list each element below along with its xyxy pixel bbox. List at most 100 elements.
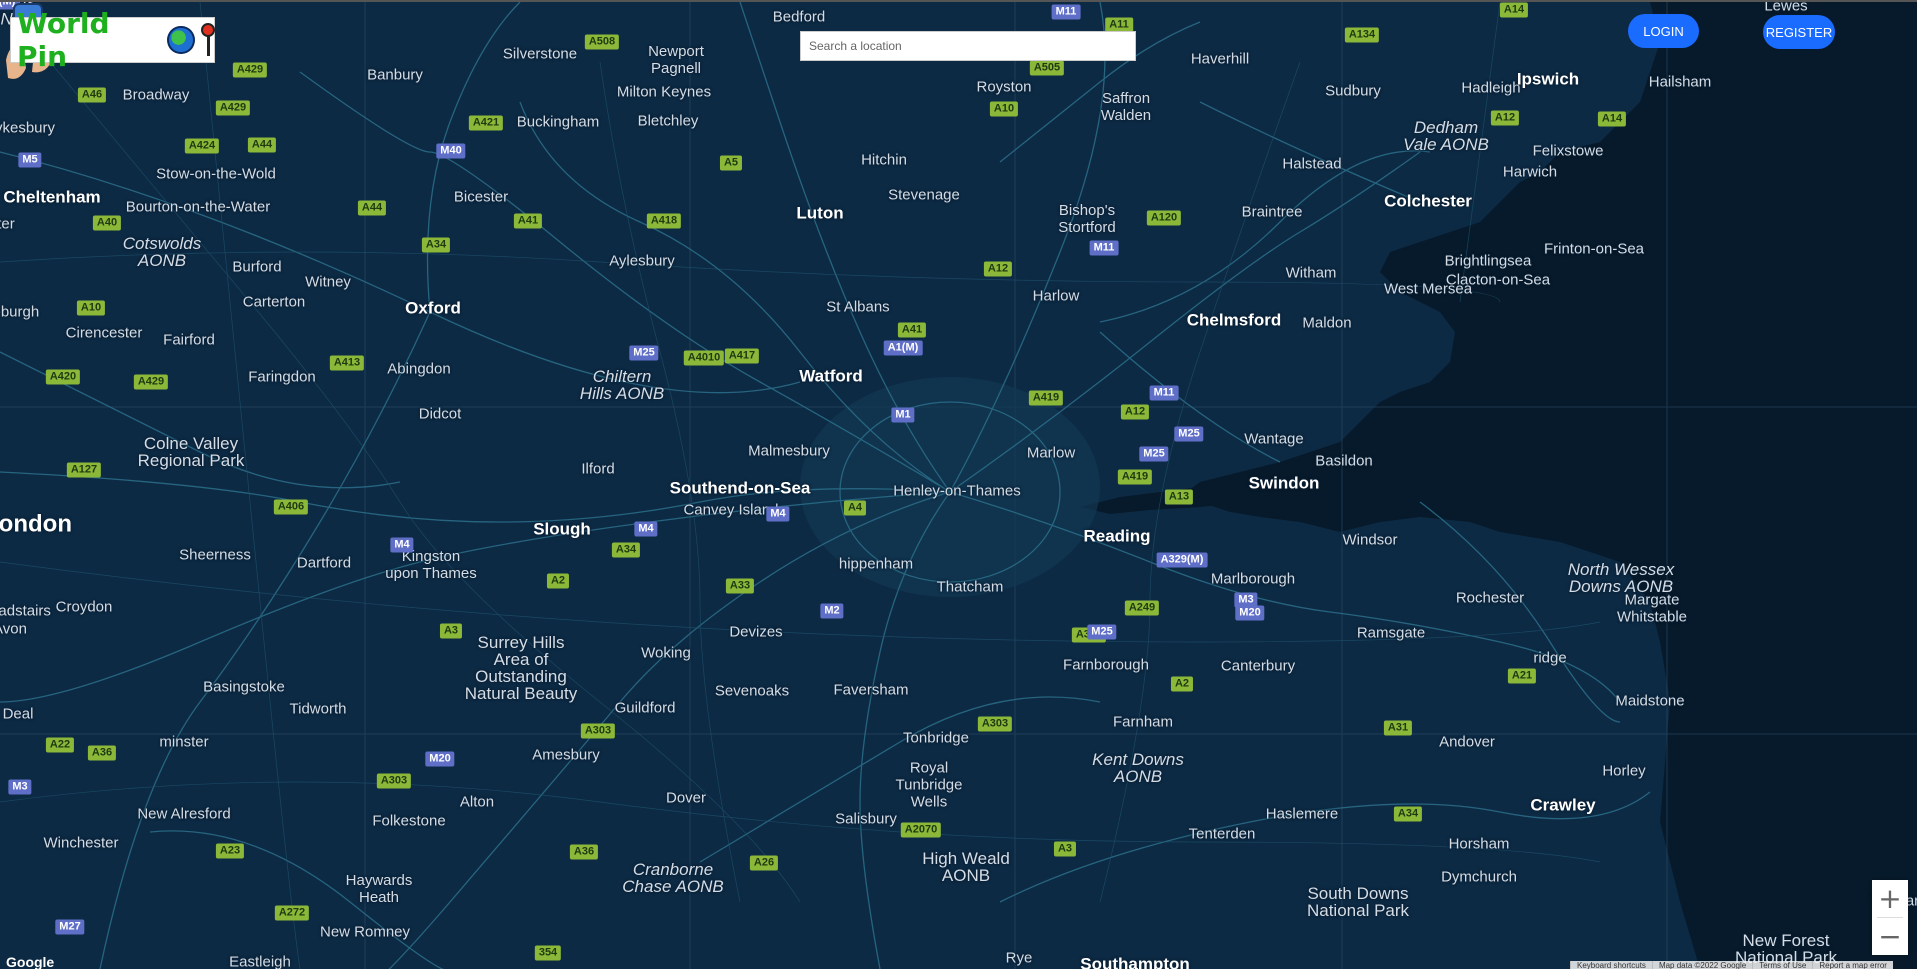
road-shield: A12 <box>1490 110 1520 126</box>
place-label: Devizes <box>729 623 783 641</box>
keyboard-shortcuts-link[interactable]: Keyboard shortcuts <box>1570 961 1652 969</box>
place-label: Horsham <box>1448 835 1510 853</box>
road-shield: A424 <box>184 138 220 154</box>
road-shield: A4 <box>843 500 867 516</box>
place-label: Haverhill <box>1190 50 1250 68</box>
place-label: Brightlingsea <box>1444 252 1532 270</box>
terms-of-use-link[interactable]: Terms of Use <box>1752 961 1813 969</box>
road-shield: A429 <box>232 62 268 78</box>
road-shield: A34 <box>1393 806 1423 822</box>
road-shield: M20 <box>425 751 455 767</box>
search-input[interactable] <box>800 31 1136 61</box>
road-shield: M5 <box>18 152 42 168</box>
place-label: Bicester <box>453 188 509 206</box>
map-pin-icon <box>200 23 215 57</box>
zoom-in-button[interactable]: + <box>1872 880 1908 917</box>
road-shield: A23 <box>215 843 245 859</box>
app-title: World Pin <box>17 7 110 73</box>
place-label: ridge <box>1533 649 1567 667</box>
place-label: Basingstoke <box>203 678 285 696</box>
app-logo[interactable]: World Pin <box>10 7 215 73</box>
place-label: Witney <box>305 273 351 291</box>
place-label: West Mersea <box>1383 280 1473 298</box>
place-label: Malmesbury <box>748 442 830 460</box>
road-shield: A329(M) <box>1156 552 1208 568</box>
road-shield: A418 <box>646 213 682 229</box>
road-shield: M40 <box>436 143 466 159</box>
road-shield: A40 <box>92 215 122 231</box>
place-label: St Albans <box>826 298 890 316</box>
place-label: Marlow <box>1026 444 1076 462</box>
road-shield: A1(M) <box>883 340 923 356</box>
zoom-out-button[interactable]: − <box>1872 918 1908 955</box>
road-shield: A10 <box>76 300 106 316</box>
place-label: Salisbury <box>835 810 897 828</box>
place-label: Tenterden <box>1188 825 1256 843</box>
road-shield: M11 <box>1051 4 1081 20</box>
road-shield: A413 <box>329 355 365 371</box>
place-label: Southend-on-Sea <box>669 478 811 498</box>
map-canvas[interactable]: Bedford Silverstone Newport Pagnell Banbury… <box>0 2 1917 969</box>
place-label: Fairford <box>163 331 215 349</box>
road-shield: M4 <box>766 506 790 522</box>
road-shield: A406 <box>273 499 309 515</box>
map-footer: Keyboard shortcuts Map data ©2022 Google… <box>1570 961 1893 969</box>
place-label: Kent Downs AONB <box>1092 750 1184 786</box>
place-label: Tidworth <box>289 700 347 718</box>
place-label: Bourton-on-the-Water <box>125 198 271 216</box>
road-shield: A505 <box>1029 60 1065 76</box>
place-label: Canvey Island <box>683 501 779 519</box>
road-shield: M11 <box>1089 240 1119 256</box>
place-label: minster <box>159 733 209 751</box>
road-shield: M25 <box>1174 426 1204 442</box>
road-shield: M1 <box>891 407 915 423</box>
road-shield: A303 <box>580 723 616 739</box>
road-shield: A2070 <box>900 822 942 838</box>
place-label: Rye <box>1005 949 1033 967</box>
road-shield: A421 <box>468 115 504 131</box>
place-label: Ramsgate <box>1356 624 1426 642</box>
road-shield: A127 <box>66 462 102 478</box>
road-shield: A12 <box>983 261 1013 277</box>
place-label: Buckingham <box>516 113 600 131</box>
place-label: Aldeburgh <box>0 303 40 321</box>
place-label: Stevenage <box>888 186 960 204</box>
place-label: Windsor <box>1342 531 1398 549</box>
globe-icon <box>167 26 195 54</box>
place-label: Cotswolds AONB <box>122 234 202 270</box>
place-label: Harlow <box>1032 287 1080 305</box>
login-button[interactable]: LOGIN <box>1628 14 1699 48</box>
road-shield: A508 <box>584 34 620 50</box>
place-label: Broadway <box>122 86 190 104</box>
road-shield: A3 <box>439 623 463 639</box>
register-button[interactable]: REGISTER <box>1763 15 1835 49</box>
place-label: Marlborough <box>1210 570 1296 588</box>
place-label: New Romney <box>319 923 411 941</box>
road-shield: A41 <box>897 322 927 338</box>
road-shield: A41 <box>513 213 543 229</box>
place-label: Margate <box>1624 591 1680 609</box>
road-shield: M25 <box>629 345 659 361</box>
place-label: Watford <box>799 366 863 386</box>
road-shield: A34 <box>421 237 451 253</box>
road-shield: M4 <box>634 521 658 537</box>
place-label: Bletchley <box>637 112 699 130</box>
place-label: Deal <box>2 705 34 723</box>
place-label: Silverstone <box>502 45 578 63</box>
place-label: Faringdon <box>248 368 316 386</box>
place-label: Frinton-on-Sea <box>1543 240 1645 258</box>
place-label: High Weald AONB <box>922 849 1010 885</box>
road-shield: A2 <box>1170 676 1194 692</box>
place-label: Hailsham <box>1648 73 1712 91</box>
place-label: Rochester <box>1455 589 1525 607</box>
place-label: Luton <box>796 203 844 223</box>
road-shield: M3 <box>8 779 32 795</box>
report-map-error-link[interactable]: Report a map error <box>1812 961 1893 969</box>
road-shield: A34 <box>611 542 641 558</box>
place-label: North Wessex Downs AONB <box>1567 560 1675 596</box>
place-label: Banbury <box>367 66 423 84</box>
road-shield: A21 <box>1507 668 1537 684</box>
place-label: Woking <box>641 644 691 662</box>
place-label: Farnborough <box>1063 656 1149 674</box>
place-label: Faversham <box>833 681 909 699</box>
